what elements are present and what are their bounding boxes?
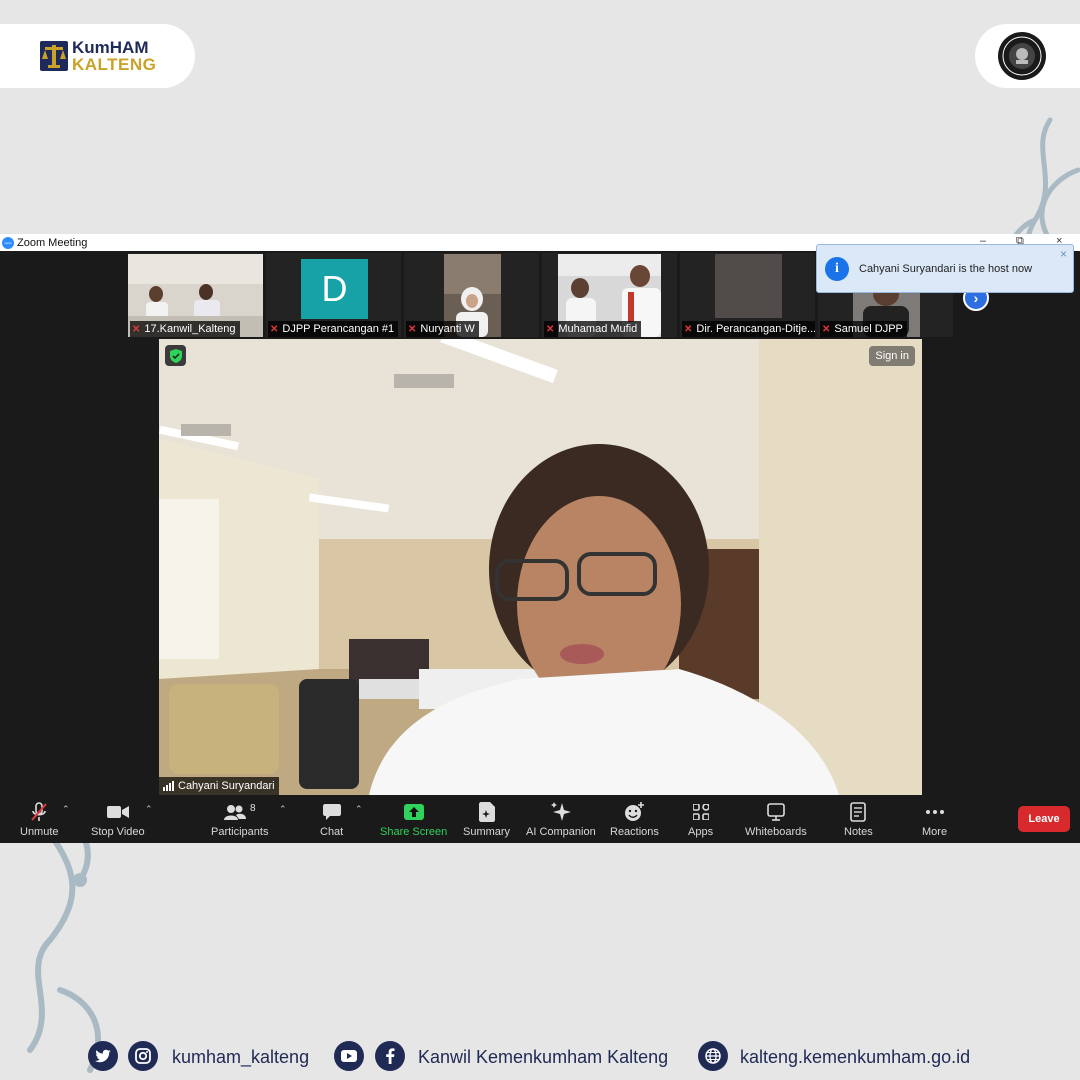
connection-signal-icon xyxy=(163,781,174,791)
ai-companion-label: AI Companion xyxy=(526,826,596,838)
participant-tile[interactable]: ✕ Muhamad Mufid xyxy=(542,253,677,337)
participant-name: Nuryanti W xyxy=(420,323,475,335)
kumham-logo: KumHAM KALTENG xyxy=(0,24,195,88)
host-notification-toast: i Cahyani Suryandari is the host now × xyxy=(816,244,1074,293)
share-screen-label: Share Screen xyxy=(380,826,448,838)
ai-sparkle-icon xyxy=(550,800,572,824)
apps-label: Apps xyxy=(688,826,714,838)
ai-companion-button[interactable]: AI Companion xyxy=(526,800,596,838)
audio-options-chevron-icon[interactable]: ⌃ xyxy=(62,804,70,815)
facebook-icon[interactable] xyxy=(375,1041,405,1071)
participant-name: Dir. Perancangan-Ditje... xyxy=(696,323,815,335)
participant-name: Samuel DJPP xyxy=(834,323,903,335)
participant-name-label: ✕ DJPP Perancangan #1 xyxy=(268,321,399,337)
institution-seal xyxy=(975,24,1080,88)
social-footer: kumham_kalteng Kanwil Kemenkumham Kalten… xyxy=(0,1040,1080,1074)
unmute-label: Unmute xyxy=(20,826,59,838)
sign-in-button[interactable]: Sign in xyxy=(869,346,915,366)
share-screen-button[interactable]: Share Screen xyxy=(380,800,447,838)
participant-avatar: D xyxy=(301,259,368,319)
participant-video xyxy=(715,254,782,318)
zoom-app-icon: zoom xyxy=(2,236,14,249)
chat-options-chevron-icon[interactable]: ⌃ xyxy=(355,804,363,815)
mic-muted-icon: ✕ xyxy=(270,323,279,335)
participant-name: 17.Kanwil_Kalteng xyxy=(144,323,236,335)
info-icon: i xyxy=(825,256,849,281)
mic-muted-icon: ✕ xyxy=(132,323,141,335)
whiteboards-label: Whiteboards xyxy=(745,826,807,838)
summary-button[interactable]: Summary xyxy=(463,800,510,838)
participant-name-label: ✕ Dir. Perancangan-Ditje... xyxy=(682,321,815,337)
summary-label: Summary xyxy=(463,826,511,838)
participants-options-chevron-icon[interactable]: ⌃ xyxy=(279,804,287,815)
zoom-meeting-window: zoom Zoom Meeting – ⧉ × ✕ 17.Kanwil_Kalt… xyxy=(0,234,1080,843)
mic-muted-icon: ✕ xyxy=(684,323,693,335)
speaker-video-frame xyxy=(159,339,922,795)
chat-label: Chat xyxy=(320,826,344,838)
speaker-name-label: Cahyani Suryandari xyxy=(159,777,279,795)
notes-icon xyxy=(850,800,867,824)
stop-video-label: Stop Video xyxy=(91,826,145,838)
youtube-icon[interactable] xyxy=(334,1041,364,1071)
twitter-icon[interactable] xyxy=(88,1041,118,1071)
mic-muted-icon: ✕ xyxy=(546,323,555,335)
participants-icon: 8 xyxy=(223,800,256,824)
reactions-button[interactable]: Reactions xyxy=(610,800,659,838)
chat-button[interactable]: Chat xyxy=(320,800,343,838)
more-button[interactable]: More xyxy=(922,800,947,838)
whiteboards-button[interactable]: Whiteboards xyxy=(745,800,807,838)
chat-bubble-icon xyxy=(322,800,341,824)
participant-name: Muhamad Mufid xyxy=(558,323,638,335)
apps-button[interactable]: Apps xyxy=(688,800,713,838)
mic-muted-icon: ✕ xyxy=(408,323,417,335)
instagram-handle[interactable]: kumham_kalteng xyxy=(172,1047,309,1068)
more-label: More xyxy=(922,826,948,838)
unmute-button[interactable]: Unmute xyxy=(20,800,59,838)
participant-name-label: ✕ 17.Kanwil_Kalteng xyxy=(130,321,240,337)
apps-grid-icon xyxy=(692,800,709,824)
participant-name: DJPP Perancangan #1 xyxy=(282,323,395,335)
video-camera-icon xyxy=(106,800,129,824)
logo-title: KumHAM xyxy=(72,38,149,57)
whiteboard-icon xyxy=(767,800,785,824)
participant-name-label: ✕ Muhamad Mufid xyxy=(544,321,642,337)
meeting-toolbar: Unmute ⌃ Stop Video ⌃ 8 Participants ⌃ C… xyxy=(0,796,1080,843)
more-dots-icon xyxy=(925,800,945,824)
participant-tile[interactable]: ✕ Nuryanti W xyxy=(404,253,539,337)
facebook-page-name[interactable]: Kanwil Kemenkumham Kalteng xyxy=(418,1047,668,1068)
participant-name-label: ✕ Nuryanti W xyxy=(406,321,479,337)
globe-icon[interactable] xyxy=(698,1041,728,1071)
kumham-emblem-icon xyxy=(40,41,68,71)
participants-button[interactable]: 8 Participants xyxy=(211,800,269,839)
window-title: Zoom Meeting xyxy=(17,236,88,249)
seal-emblem-icon xyxy=(998,32,1046,80)
close-notification-button[interactable]: × xyxy=(1060,247,1067,261)
summary-document-icon xyxy=(478,800,495,824)
share-screen-icon xyxy=(403,800,424,824)
notes-button[interactable]: Notes xyxy=(844,800,873,838)
website-url[interactable]: kalteng.kemenkumham.go.id xyxy=(740,1047,970,1068)
notes-label: Notes xyxy=(844,826,873,838)
participant-tile[interactable]: ✕ Dir. Perancangan-Ditje... xyxy=(680,253,815,337)
video-options-chevron-icon[interactable]: ⌃ xyxy=(145,804,153,815)
participant-tile[interactable]: D ✕ DJPP Perancangan #1 xyxy=(266,253,401,337)
participants-label: Participants xyxy=(211,826,269,838)
reactions-label: Reactions xyxy=(610,826,659,838)
mic-muted-icon: ✕ xyxy=(822,323,831,335)
notification-message: Cahyani Suryandari is the host now xyxy=(859,262,1033,275)
encryption-shield-icon[interactable] xyxy=(165,345,186,366)
leave-button[interactable]: Leave xyxy=(1018,806,1070,832)
logo-subtitle: KALTENG xyxy=(72,55,157,74)
reaction-emoji-icon xyxy=(624,800,645,824)
mic-muted-icon xyxy=(30,800,48,824)
instagram-icon[interactable] xyxy=(128,1041,158,1071)
participant-name-label: ✕ Samuel DJPP xyxy=(820,321,907,337)
speaker-name: Cahyani Suryandari xyxy=(178,780,275,792)
active-speaker-video: Sign in Cahyani Suryandari xyxy=(159,339,922,795)
stop-video-button[interactable]: Stop Video xyxy=(91,800,145,838)
participant-tile[interactable]: ✕ 17.Kanwil_Kalteng xyxy=(128,253,263,337)
participants-count: 8 xyxy=(249,802,256,814)
